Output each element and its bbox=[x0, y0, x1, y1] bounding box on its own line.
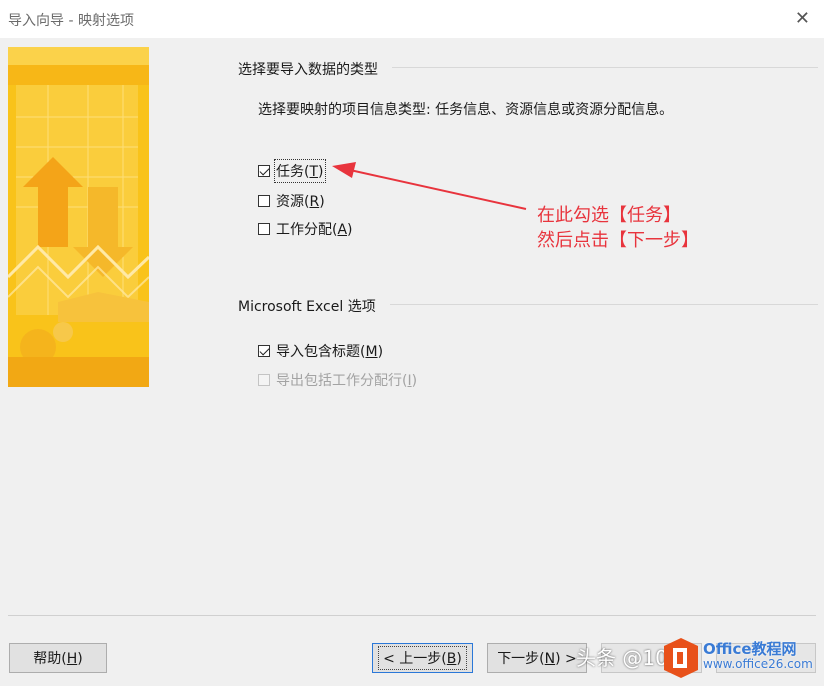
footer-divider bbox=[8, 615, 816, 616]
checkbox-export-assignment-rows: 导出包括工作分配行(I) bbox=[258, 370, 417, 390]
checkbox-icon[interactable] bbox=[258, 345, 270, 357]
annotation-text: 在此勾选【任务】 然后点击【下一步】 bbox=[537, 203, 699, 253]
checkbox-icon bbox=[258, 374, 270, 386]
checkbox-assignment[interactable]: 工作分配(A) bbox=[258, 219, 353, 239]
checkbox-task[interactable]: 任务(T) bbox=[258, 159, 326, 183]
help-button[interactable]: 帮助(H) bbox=[9, 643, 107, 673]
close-icon[interactable]: ✕ bbox=[795, 8, 810, 29]
annotation-line-1: 在此勾选【任务】 bbox=[537, 205, 681, 226]
next-button[interactable]: 下一步(N) > bbox=[487, 643, 587, 673]
watermark-text: 头条 @10 bbox=[576, 646, 668, 670]
office-logo-icon bbox=[664, 638, 698, 678]
checkbox-icon[interactable] bbox=[258, 195, 270, 207]
section-description: 选择要映射的项目信息类型: 任务信息、资源信息或资源分配信息。 bbox=[258, 102, 674, 118]
checkbox-label: 导出包括工作分配行(I) bbox=[276, 373, 418, 389]
checkbox-icon[interactable] bbox=[258, 165, 270, 177]
window-title: 导入向导 - 映射选项 bbox=[8, 13, 134, 29]
title-bar: 导入向导 - 映射选项 ✕ bbox=[0, 0, 824, 38]
back-button[interactable]: < 上一步(B) bbox=[372, 643, 473, 673]
wizard-banner-image bbox=[8, 47, 149, 387]
annotation-arrow-icon bbox=[332, 162, 527, 210]
section-divider bbox=[392, 67, 818, 68]
watermark-url: www.office26.com bbox=[703, 657, 813, 671]
section-title-excel-options: Microsoft Excel 选项 bbox=[238, 296, 382, 316]
checkbox-resource[interactable]: 资源(R) bbox=[258, 191, 325, 211]
section-title-data-type: 选择要导入数据的类型 bbox=[238, 59, 384, 79]
section-divider bbox=[390, 304, 818, 305]
annotation-line-2: 然后点击【下一步】 bbox=[537, 230, 699, 251]
checkbox-label: 导入包含标题(M) bbox=[276, 344, 384, 360]
checkbox-label: 工作分配(A) bbox=[276, 222, 353, 238]
checkbox-import-headers[interactable]: 导入包含标题(M) bbox=[258, 341, 383, 361]
checkbox-label: 资源(R) bbox=[276, 194, 325, 210]
checkbox-icon[interactable] bbox=[258, 223, 270, 235]
watermark-brand: Office教程网 bbox=[703, 640, 797, 658]
checkbox-label: 任务(T) bbox=[274, 159, 326, 183]
